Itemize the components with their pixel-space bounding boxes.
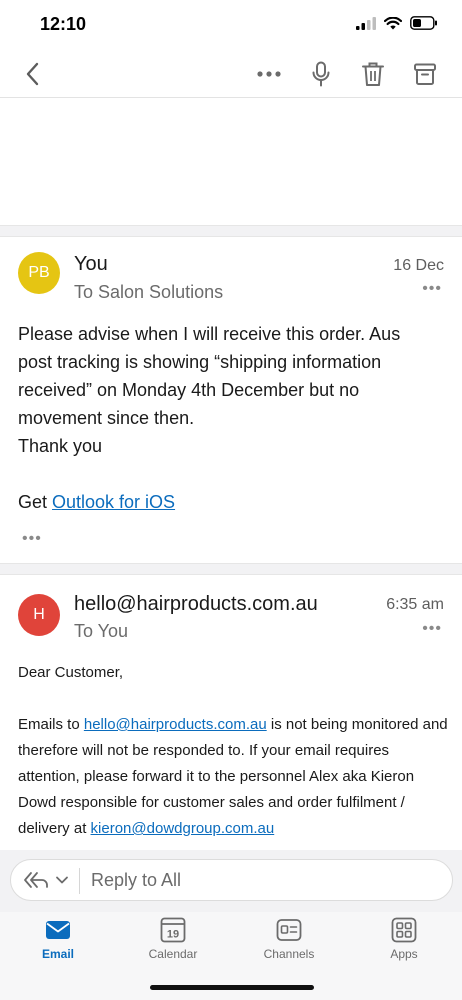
calendar-icon: 19 [160, 917, 186, 943]
chevron-down-icon [56, 876, 68, 884]
outlook-ios-link[interactable]: Outlook for iOS [52, 492, 175, 512]
reply-all-field[interactable]: Reply to All [10, 859, 453, 901]
battery-icon [410, 16, 437, 30]
message-header-area [0, 99, 462, 225]
home-indicator [150, 985, 314, 990]
tab-label: Email [41, 947, 74, 961]
svg-text:19: 19 [167, 929, 179, 941]
email-link[interactable]: hello@hairproducts.com.au [84, 716, 267, 733]
signature: Get Outlook for iOS [18, 492, 176, 512]
channels-icon [276, 919, 302, 941]
mail-icon [46, 921, 70, 939]
body-line: Thank you [18, 436, 103, 456]
apps-icon [391, 917, 417, 943]
back-button[interactable] [20, 60, 48, 88]
message-more-button[interactable]: ••• [422, 620, 442, 638]
archive-icon [414, 63, 436, 85]
status-icons [356, 16, 438, 30]
cellular-signal-icon [356, 16, 376, 30]
trash-icon [362, 62, 384, 86]
more-icon [257, 71, 281, 77]
sender-name: You [74, 253, 108, 275]
delete-button[interactable] [358, 60, 388, 88]
message-separator [0, 563, 462, 575]
tab-email[interactable]: Email [18, 912, 98, 972]
body-line: Please advise when I will receive this o… [18, 324, 401, 344]
recipient-line[interactable]: To You [74, 621, 128, 642]
email-link[interactable]: kieron@dowdgroup.com.au [91, 820, 275, 837]
body-line: post tracking is showing “shipping infor… [18, 352, 382, 372]
dictation-button[interactable] [306, 60, 336, 88]
body-paragraph: Emails to hello@hairproducts.com.au is n… [18, 716, 448, 837]
tab-label: Apps [390, 947, 418, 961]
nav-actions [254, 60, 440, 88]
message-separator [0, 225, 462, 237]
message-card[interactable]: H hello@hairproducts.com.au To You 6:35 … [0, 576, 462, 850]
sender-name: hello@hairproducts.com.au [74, 593, 318, 615]
message-date: 6:35 am [386, 596, 444, 613]
archive-button[interactable] [410, 60, 440, 88]
message-body: Dear Customer, Emails to hello@hairprodu… [18, 660, 448, 842]
chevron-left-icon [26, 62, 39, 86]
avatar-initials: PB [28, 264, 50, 281]
reply-bar: Reply to All [0, 850, 462, 912]
greeting: Dear Customer, [18, 664, 124, 681]
tab-calendar[interactable]: 19 Calendar [133, 912, 213, 972]
reply-placeholder[interactable]: Reply to All [91, 870, 181, 891]
reply-type-selector[interactable] [23, 870, 69, 890]
microphone-icon [312, 61, 330, 87]
body-line: received” on Monday 4th December but no [18, 380, 360, 400]
status-bar: 12:10 [0, 0, 462, 50]
message-body: Please advise when I will receive this o… [18, 320, 446, 516]
nav-bar [0, 50, 462, 98]
avatar-initials: H [33, 606, 45, 623]
message-date: 16 Dec [393, 257, 444, 274]
more-button[interactable] [254, 60, 284, 88]
reply-divider [79, 868, 80, 894]
recipient-line[interactable]: To Salon Solutions [74, 282, 223, 303]
wifi-icon [384, 16, 402, 29]
body-line: movement since then. [18, 408, 195, 428]
tab-label: Calendar [148, 947, 198, 961]
tab-label: Channels [263, 947, 315, 961]
avatar: H [18, 594, 60, 636]
reply-all-icon [24, 872, 48, 888]
expand-quoted-button[interactable]: ••• [22, 530, 42, 548]
tab-apps[interactable]: Apps [364, 912, 444, 972]
tab-channels[interactable]: Channels [249, 912, 329, 972]
message-more-button[interactable]: ••• [422, 280, 442, 298]
message-card[interactable]: PB You To Salon Solutions 16 Dec ••• Ple… [0, 238, 462, 563]
avatar: PB [18, 252, 60, 294]
status-time: 12:10 [40, 14, 87, 34]
